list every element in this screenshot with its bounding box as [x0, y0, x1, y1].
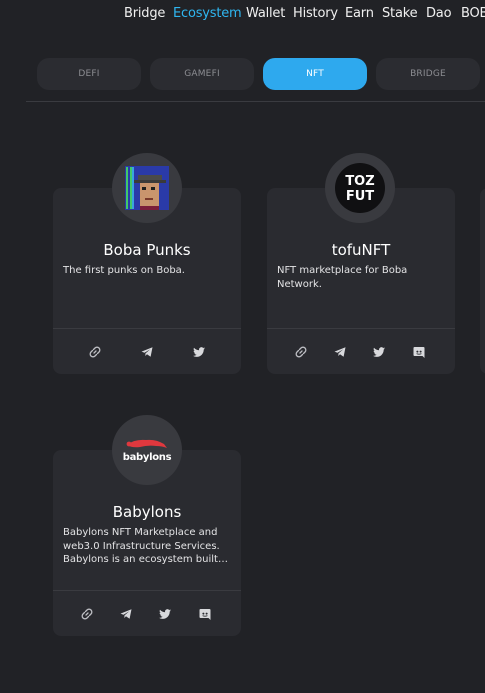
telegram-icon[interactable]	[140, 345, 154, 359]
project-title: Boba Punks	[103, 241, 191, 259]
social-links	[267, 329, 455, 374]
nav-item-stake[interactable]: Stake	[382, 5, 418, 22]
tofunft-logo-text-bottom: FUT	[346, 189, 374, 204]
social-links	[53, 329, 241, 374]
discord-icon[interactable]	[198, 607, 212, 621]
tofunft-logo: TOZ FUT	[325, 153, 395, 223]
project-title: tofuNFT	[331, 241, 391, 259]
category-tabs: DEFI GAMEFI NFT BRIDGE	[0, 58, 485, 90]
boba-punks-logo	[112, 153, 182, 223]
project-card-partial	[480, 188, 485, 374]
tab-nft[interactable]: NFT	[263, 58, 367, 90]
top-navigation: Bridge Ecosystem Wallet History Earn Sta…	[0, 0, 485, 28]
babylons-logo-text: babylons	[123, 452, 172, 463]
link-icon[interactable]	[294, 345, 308, 359]
twitter-icon[interactable]	[372, 345, 386, 359]
tab-bridge[interactable]: BRIDGE	[376, 58, 480, 90]
telegram-icon[interactable]	[333, 345, 347, 359]
twitter-icon[interactable]	[158, 607, 172, 621]
link-icon[interactable]	[80, 607, 94, 621]
tofunft-logo-text-top: TOZ	[345, 174, 374, 189]
nav-item-history[interactable]: History	[293, 5, 338, 22]
nav-item-wallet[interactable]: Wallet	[246, 5, 285, 22]
discord-icon[interactable]	[412, 345, 426, 359]
nav-item-dao[interactable]: Dao	[426, 5, 452, 22]
tab-defi[interactable]: DEFI	[37, 58, 141, 90]
project-description: NFT marketplace for Boba Network.	[277, 265, 408, 290]
nav-item-boba[interactable]: BOBA	[461, 5, 485, 22]
nav-item-bridge[interactable]: Bridge	[124, 5, 165, 22]
nav-item-ecosystem[interactable]: Ecosystem	[173, 5, 242, 22]
nav-item-earn[interactable]: Earn	[345, 5, 374, 22]
project-title: Babylons	[112, 503, 182, 521]
link-icon[interactable]	[88, 345, 102, 359]
project-description: The first punks on Boba.	[63, 265, 185, 276]
tab-gamefi[interactable]: GAMEFI	[150, 58, 254, 90]
babylons-logo: babylons	[112, 415, 182, 485]
project-description: Babylons NFT Marketplace and web3.0 Infr…	[63, 527, 220, 565]
telegram-icon[interactable]	[119, 607, 133, 621]
twitter-icon[interactable]	[192, 345, 206, 359]
social-links	[53, 591, 241, 636]
tabs-divider	[26, 101, 485, 102]
